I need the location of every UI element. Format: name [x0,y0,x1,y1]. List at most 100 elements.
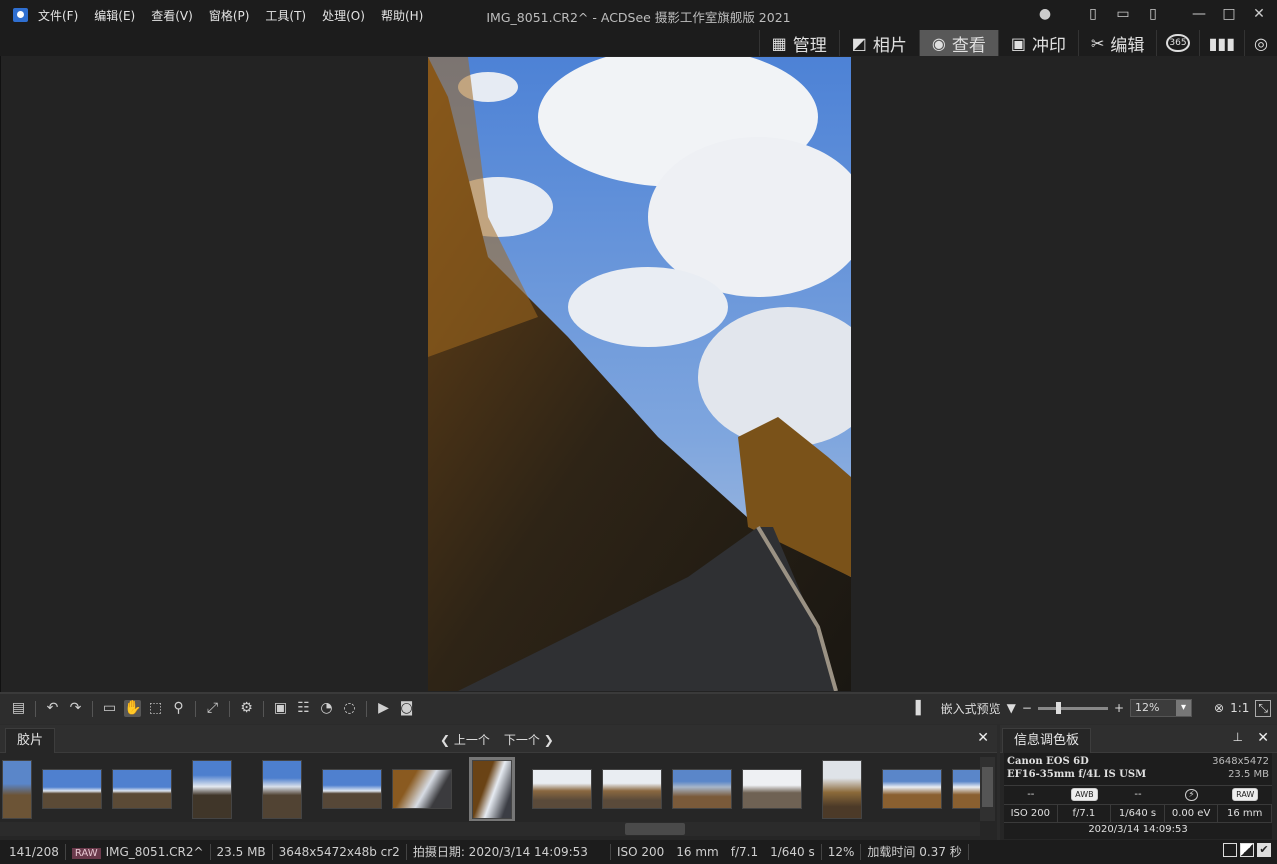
filmstrip-tab[interactable]: 胶片 [5,728,56,753]
batch-actions-icon[interactable]: ⚙ [238,700,255,717]
capture-date-status: 拍摄日期: 2020/3/14 14:09:53 [407,844,611,860]
acquire-icon[interactable]: ▤ [10,700,27,717]
file-size: 23.5 MB [1228,769,1269,780]
aperture-value: f/7.1 [1058,805,1112,822]
export-icon[interactable]: ▣ [272,700,289,717]
thumbnail[interactable] [822,760,862,819]
thumbnail[interactable] [112,769,172,809]
mode-manage[interactable]: ▦ 管理 [758,30,839,56]
zoom-out-icon[interactable]: − [1022,701,1032,715]
minimize-icon[interactable]: — [1191,6,1207,22]
hand-tool-icon[interactable]: ✋ [124,700,141,717]
info-palette-tab[interactable]: 信息调色板 [1002,728,1092,753]
menu-tools[interactable]: 工具(T) [265,7,306,24]
flash-icon: ⚡ [1185,789,1198,801]
thumbnail-selected[interactable] [469,757,515,821]
compare-toggle-icon[interactable]: ▐ [911,701,921,716]
zoom-select[interactable]: 12% [1130,699,1193,717]
thumbnail[interactable] [742,769,802,809]
image-dims-status: 3648x5472x48b cr2 [273,844,407,860]
embedded-preview-label: 嵌入式预览 [940,701,1001,716]
select-tool-icon[interactable]: ▭ [101,700,118,717]
zoom-reset-icon[interactable]: ⊗ [1214,701,1224,715]
next-button[interactable]: 下一个 ❯ [504,731,554,748]
thumbnail[interactable] [192,760,232,819]
raw-format-badge: RAW [1232,788,1259,801]
dashboard-icon[interactable]: ▮▮▮ [1198,30,1244,56]
mode-365[interactable]: 365 [1156,30,1198,56]
maximize-icon[interactable]: □ [1221,6,1237,22]
thumbnail[interactable] [532,769,592,809]
thumbnail[interactable] [2,760,32,819]
photos-icon: ◩ [851,33,867,53]
main-photo [428,57,851,691]
thumbnail[interactable] [262,760,302,819]
audio-icon[interactable]: ◙ [398,700,415,717]
embedded-preview-dropdown-icon[interactable]: ▼ [1007,701,1016,715]
status-bar: 141/208 RAW IMG_8051.CR2^ 23.5 MB 3648x54… [0,840,1277,864]
thumbnail[interactable] [882,769,942,809]
right-panel-toggle-icon[interactable]: ▯ [1145,6,1161,22]
live-view-icon[interactable]: ◎ [1244,30,1277,56]
menu-file[interactable]: 文件(F) [38,7,78,24]
thumbnail[interactable] [392,769,452,809]
fit-screen-icon[interactable]: ⤢ [204,700,221,717]
previous-button[interactable]: ❮ 上一个 [440,731,490,748]
mode-photos[interactable]: ◩ 相片 [838,30,919,56]
timer-icon[interactable]: ◔ [318,700,335,717]
focal-length-value: 16 mm [1218,805,1272,822]
close-filmstrip-icon[interactable]: ✕ [977,730,989,746]
filmstrip-horizontal-scrollbar[interactable] [0,822,980,836]
check-mark-icon[interactable]: ✔ [1257,843,1271,857]
mode-edit[interactable]: ✂ 编辑 [1078,30,1156,56]
fullscreen-icon[interactable]: ⤡ [1255,699,1271,717]
menu-pane[interactable]: 窗格(P) [209,7,250,24]
image-viewer[interactable] [0,56,1277,692]
raw-badge: RAW [71,848,101,859]
filmstrip-vertical-scrollbar[interactable] [980,757,995,821]
menu-process[interactable]: 处理(O) [322,7,365,24]
marquee-icon[interactable]: ⬚ [147,700,164,717]
load-time-status: 加载时间 0.37 秒 [861,844,969,860]
thumbnail[interactable] [672,769,732,809]
bottom-panel-toggle-icon[interactable]: ▭ [1115,6,1131,22]
mode-bar: ▦ 管理 ◩ 相片 ◉ 查看 ▣ 冲印 ✂ 编辑 365 ▮▮▮ ◎ [0,30,1277,56]
iso-status: ISO 200 [616,845,665,859]
thumbnail[interactable] [42,769,102,809]
capture-datetime: 2020/3/14 14:09:53 [1088,824,1188,835]
mode-develop[interactable]: ▣ 冲印 [997,30,1078,56]
white-balance-badge: AWB [1071,788,1098,801]
adjust-sliders-icon[interactable]: ☷ [295,700,312,717]
edit-tools-icon: ✂ [1091,33,1105,53]
rotate-left-icon[interactable]: ↶ [44,700,61,717]
mode-view[interactable]: ◉ 查看 [918,30,998,56]
menu-bar: 文件(F) 编辑(E) 查看(V) 窗格(P) 工具(T) 处理(O) 帮助(H… [38,0,439,30]
grid-icon: ▦ [771,33,787,53]
actual-size-button[interactable]: 1:1 [1230,701,1249,715]
zoom-in-icon[interactable]: + [1114,701,1124,715]
thumbnail[interactable] [952,769,980,809]
filmstrip-pane: 胶片 ❮ 上一个 下一个 ❯ ✕ [0,725,997,840]
metering-value: -- [1027,789,1035,800]
zoom-tool-icon[interactable]: ⚲ [170,700,187,717]
rotate-right-icon[interactable]: ↷ [67,700,84,717]
left-panel-toggle-icon[interactable]: ▯ [1085,6,1101,22]
focal-status: 16 mm [676,845,719,859]
unmark-icon[interactable] [1223,843,1237,857]
thumbnail[interactable] [602,769,662,809]
thumbnail[interactable] [322,769,382,809]
menu-help[interactable]: 帮助(H) [381,7,423,24]
slideshow-icon[interactable]: ▶ [375,700,392,717]
pin-icon[interactable]: ⊥ [1233,730,1243,744]
focus-icon[interactable]: ◌ [341,700,358,717]
half-mark-icon[interactable] [1240,843,1254,857]
scrollbar-thumb[interactable] [625,823,685,835]
eye-icon: ◉ [931,33,946,53]
close-info-icon[interactable]: ✕ [1257,730,1269,746]
menu-view[interactable]: 查看(V) [151,7,193,24]
menu-edit[interactable]: 编辑(E) [94,7,135,24]
user-account-icon[interactable]: ● [1037,6,1053,22]
zoom-slider[interactable] [1037,701,1108,714]
close-window-icon[interactable]: ✕ [1251,6,1267,22]
acdsee-app-icon[interactable] [13,8,28,22]
